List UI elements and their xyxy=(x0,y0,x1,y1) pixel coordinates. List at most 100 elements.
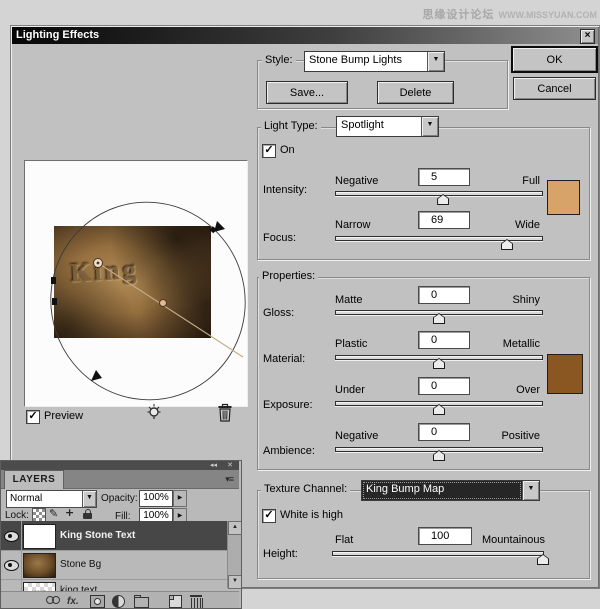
dialog-titlebar[interactable]: Lighting Effects × xyxy=(12,27,598,44)
height-label: Height: xyxy=(263,548,298,560)
delete-button-label: Delete xyxy=(400,87,432,99)
focus-label: Focus: xyxy=(263,232,296,244)
intensity-slider[interactable] xyxy=(335,191,543,196)
material-label: Material: xyxy=(263,353,305,365)
preview-checkbox[interactable]: ✓ xyxy=(26,410,40,424)
watermark-url: WWW.MISSYUAN.COM xyxy=(499,10,598,20)
lock-position-move-icon[interactable]: + xyxy=(65,507,77,519)
panel-menu-icon[interactable]: ▾≡ xyxy=(225,474,233,485)
style-dropdown[interactable]: Stone Bump Lights ▼ xyxy=(304,51,445,72)
light-type-dropdown[interactable]: Spotlight ▼ xyxy=(336,116,439,137)
close-icon[interactable]: × xyxy=(580,29,595,44)
ambience-slider-thumb[interactable] xyxy=(433,450,445,461)
panel-dock-header[interactable]: ◂◂ ✕ xyxy=(1,461,239,470)
ok-button[interactable]: OK xyxy=(511,46,598,73)
ok-button-label: OK xyxy=(547,54,563,66)
exposure-slider-thumb[interactable] xyxy=(433,404,445,415)
material-slider[interactable] xyxy=(335,355,543,360)
layers-panel: ◂◂ ✕ LAYERS ▾≡ Normal ▼ Opacity: 100% ▶ … xyxy=(0,460,242,609)
material-slider-thumb[interactable] xyxy=(433,358,445,369)
collapse-icon[interactable]: ◂◂ xyxy=(210,461,217,470)
exposure-slider[interactable] xyxy=(335,401,543,406)
new-layer-icon[interactable] xyxy=(169,595,182,608)
visibility-well[interactable] xyxy=(1,550,22,579)
layer-name[interactable]: Stone Bg xyxy=(60,559,101,570)
eye-icon[interactable] xyxy=(4,560,19,571)
visibility-well[interactable] xyxy=(1,521,22,550)
light-type-legend: Light Type: xyxy=(261,120,321,132)
delete-button[interactable]: Delete xyxy=(377,81,454,104)
tab-layers[interactable]: LAYERS xyxy=(4,470,64,489)
layer-thumbnail[interactable] xyxy=(23,524,56,549)
focus-slider-thumb[interactable] xyxy=(501,239,513,250)
blend-mode-dropdown[interactable]: Normal ▼ xyxy=(6,490,97,508)
lock-pixels-brush-icon[interactable]: ✎ xyxy=(49,508,61,520)
intensity-slider-thumb[interactable] xyxy=(437,194,449,205)
gloss-max-label: Shiny xyxy=(460,294,540,306)
ambience-slider[interactable] xyxy=(335,447,543,452)
layer-row-king-stone-text[interactable]: King Stone Text xyxy=(1,521,228,551)
delete-layer-trash-icon[interactable] xyxy=(191,598,203,609)
opacity-value[interactable]: 100% xyxy=(139,490,173,507)
preview-panel[interactable]: King xyxy=(24,160,248,407)
focus-min-label: Narrow xyxy=(335,219,370,231)
layers-footer: fx. xyxy=(1,591,239,609)
texture-channel-dropdown[interactable]: King Bump Map ▼ xyxy=(361,480,540,501)
opacity-label: Opacity: xyxy=(101,493,138,504)
save-button-label: Save... xyxy=(290,87,324,99)
watermark-site: 思缘设计论坛 xyxy=(422,9,494,21)
layers-scrollbar[interactable]: ▲ ▼ xyxy=(227,521,241,588)
link-layers-icon[interactable] xyxy=(46,595,60,604)
save-button[interactable]: Save... xyxy=(266,81,348,104)
preview-image[interactable]: King xyxy=(54,226,211,338)
chevron-down-icon[interactable]: ▼ xyxy=(82,491,96,507)
add-light-bulb-icon[interactable] xyxy=(144,403,164,423)
height-slider[interactable] xyxy=(332,551,544,556)
style-legend: Style: xyxy=(262,54,296,66)
gloss-slider[interactable] xyxy=(335,310,543,315)
dialog-title: Lighting Effects xyxy=(16,29,99,41)
cancel-button[interactable]: Cancel xyxy=(513,77,596,100)
white-is-high-label: White is high xyxy=(280,509,343,521)
light-color-swatch[interactable] xyxy=(547,180,580,215)
watermark: 思缘设计论坛 WWW.MISSYUAN.COM xyxy=(422,6,597,22)
lock-all-padlock-icon[interactable] xyxy=(83,513,92,519)
adjustment-layer-icon[interactable] xyxy=(112,595,125,608)
delete-light-trash-icon[interactable] xyxy=(216,403,234,423)
focus-slider[interactable] xyxy=(335,236,543,241)
focus-max-label: Wide xyxy=(460,219,540,231)
lock-label: Lock: xyxy=(5,510,29,521)
scroll-up-icon[interactable]: ▲ xyxy=(228,521,242,535)
lock-transparency-icon[interactable] xyxy=(32,508,46,522)
on-checkbox[interactable]: ✓ xyxy=(262,144,276,158)
white-is-high-checkbox[interactable]: ✓ xyxy=(262,509,276,523)
panel-tab-bar: LAYERS ▾≡ xyxy=(1,470,239,489)
layer-thumbnail[interactable] xyxy=(23,553,56,578)
material-color-swatch[interactable] xyxy=(547,354,583,394)
layer-mask-icon[interactable] xyxy=(90,595,105,608)
preview-image-text: King xyxy=(69,254,140,289)
scroll-down-icon[interactable]: ▼ xyxy=(228,575,242,589)
eye-icon[interactable] xyxy=(4,531,19,542)
on-label: On xyxy=(280,144,295,156)
new-group-folder-icon[interactable] xyxy=(134,597,149,608)
layer-name[interactable]: King Stone Text xyxy=(60,530,135,541)
intensity-max-label: Full xyxy=(460,175,540,187)
height-min-label: Flat xyxy=(335,534,353,546)
chevron-down-icon[interactable]: ▼ xyxy=(522,481,539,500)
opacity-spinner-icon[interactable]: ▶ xyxy=(173,490,187,507)
properties-legend: Properties: xyxy=(259,270,318,282)
gloss-slider-thumb[interactable] xyxy=(433,313,445,324)
exposure-max-label: Over xyxy=(460,384,540,396)
layer-row-stone-bg[interactable]: Stone Bg xyxy=(1,550,228,580)
panel-close-icon[interactable]: ✕ xyxy=(227,461,233,470)
layer-style-fx-icon[interactable]: fx. xyxy=(67,597,79,607)
chevron-down-icon[interactable]: ▼ xyxy=(427,52,444,71)
blend-mode-value: Normal xyxy=(7,491,82,507)
ambience-label: Ambience: xyxy=(263,445,315,457)
ambience-max-label: Positive xyxy=(460,430,540,442)
style-dropdown-value: Stone Bump Lights xyxy=(305,52,427,71)
exposure-label: Exposure: xyxy=(263,399,313,411)
ambience-min-label: Negative xyxy=(335,430,378,442)
chevron-down-icon[interactable]: ▼ xyxy=(421,117,438,136)
